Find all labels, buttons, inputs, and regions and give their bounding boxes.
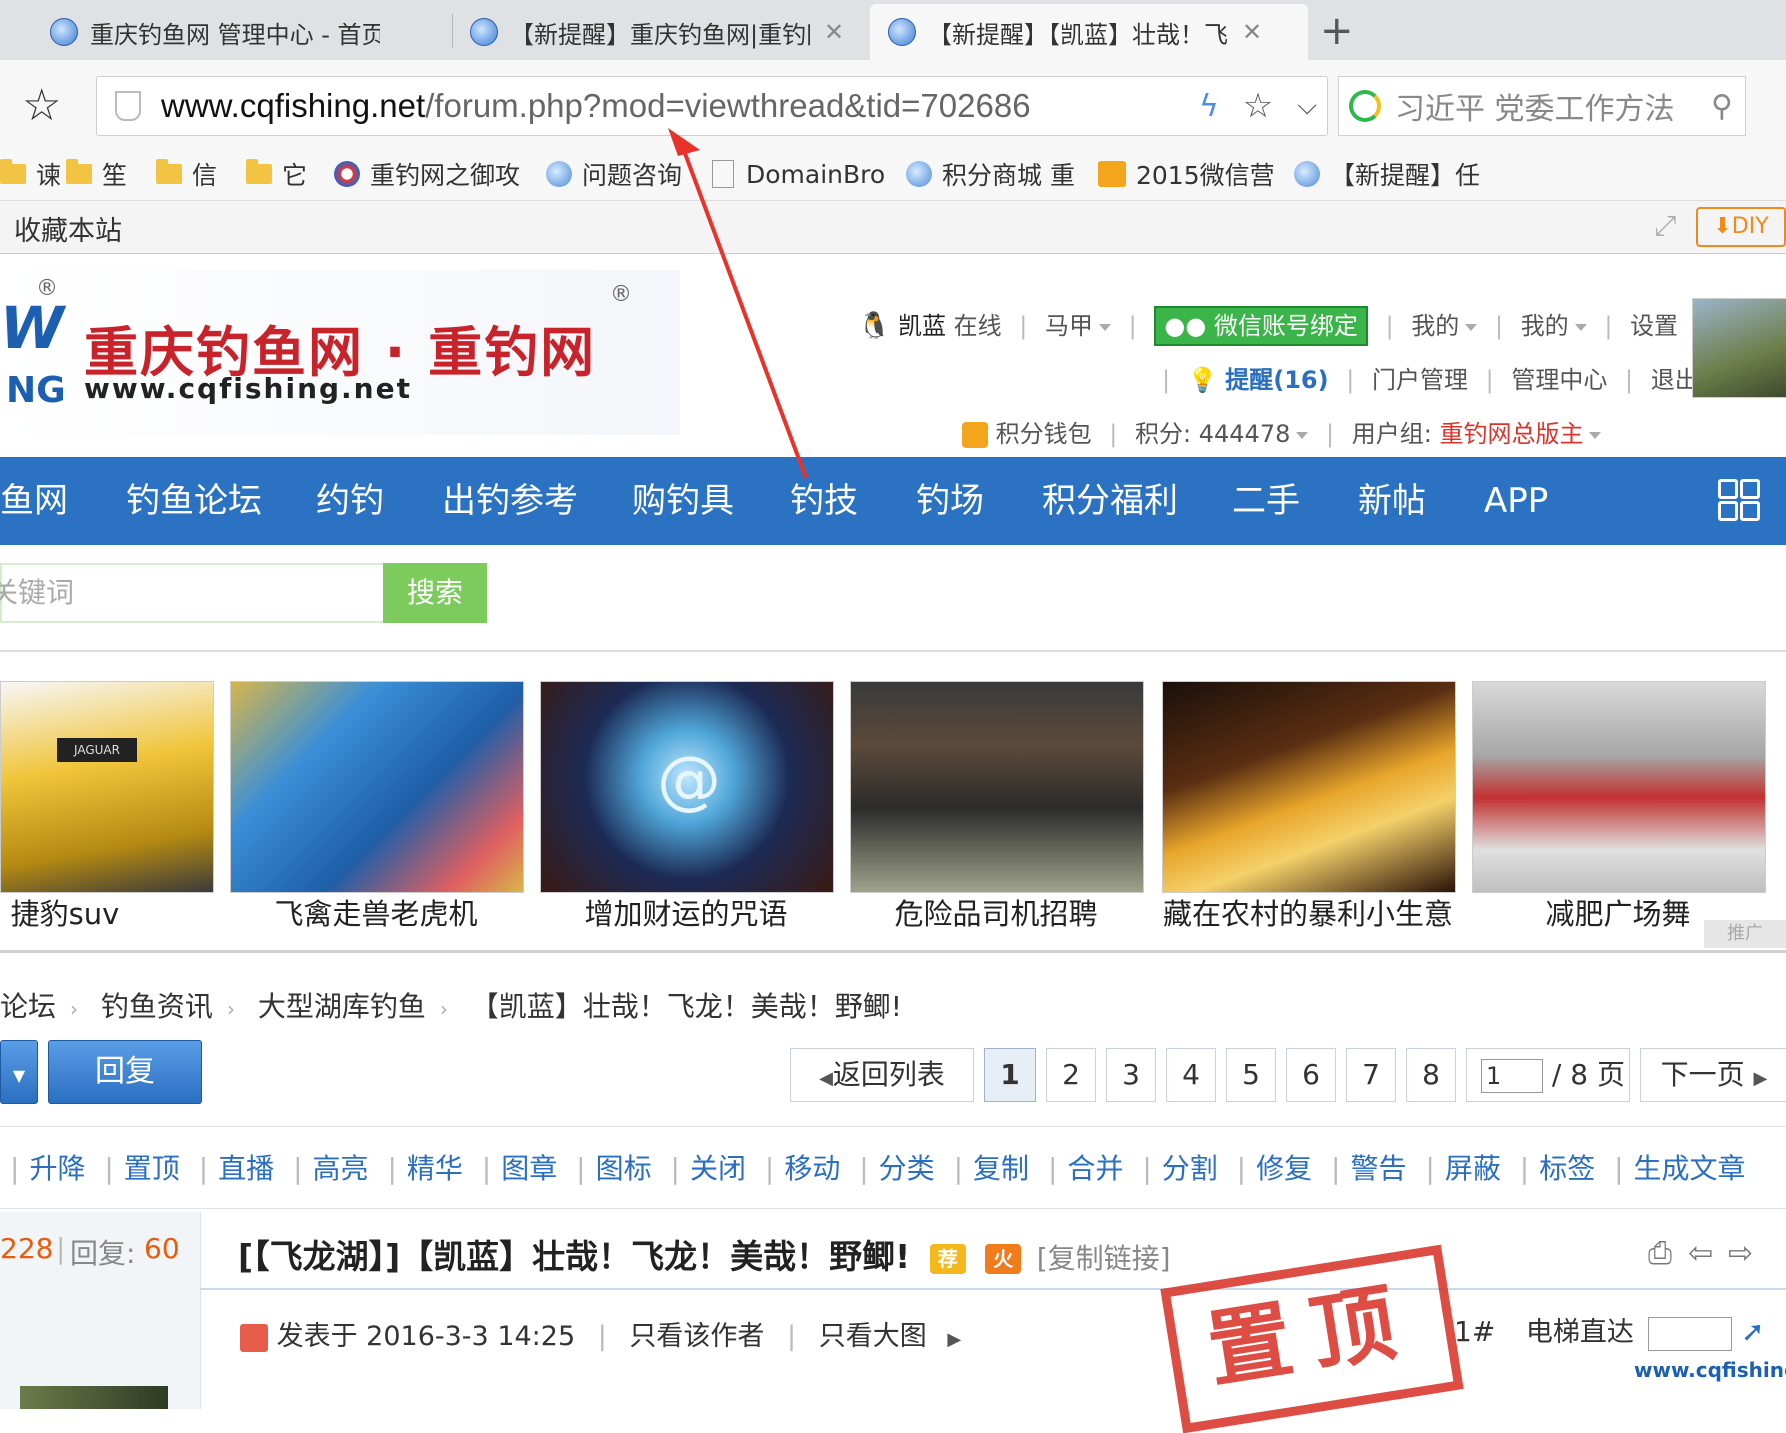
annotation-arrow-line [678, 139, 808, 479]
annotation-arrow-head [668, 128, 700, 156]
annotation-arrow [668, 128, 808, 479]
